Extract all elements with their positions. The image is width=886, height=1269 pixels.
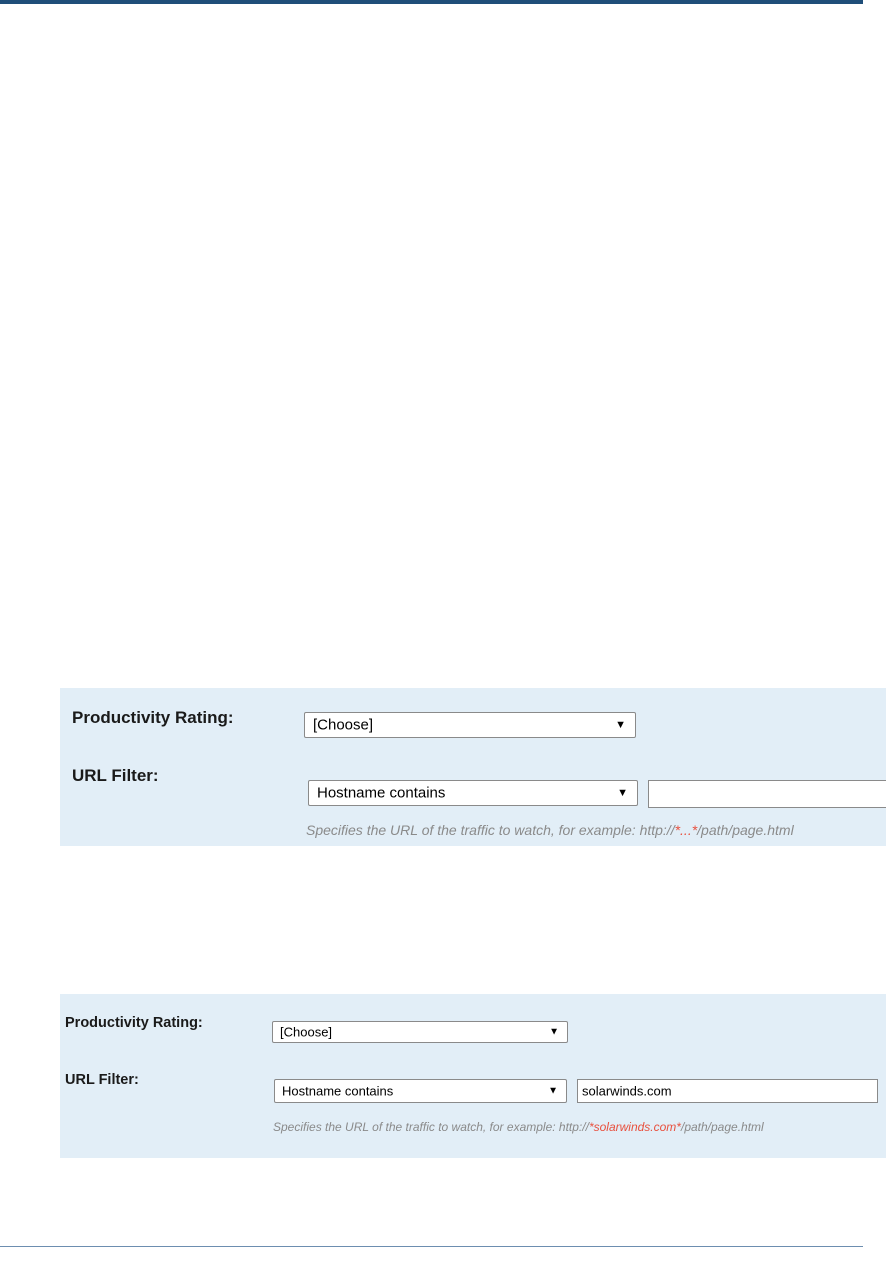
hint-suffix: /path/page.html [697, 822, 794, 838]
url-filter-panel-empty: Productivity Rating: [Choose] ▼ URL Filt… [60, 688, 886, 846]
url-filter-mode-select[interactable]: Hostname contains ▼ [308, 780, 638, 806]
url-filter-mode-value: Hostname contains [282, 1083, 394, 1099]
productivity-rating-value: [Choose] [313, 716, 374, 734]
dropdown-arrow-icon: ▼ [548, 1085, 558, 1097]
dropdown-arrow-icon: ▼ [615, 719, 626, 731]
hint-highlight: *...* [674, 822, 698, 838]
dropdown-arrow-icon: ▼ [549, 1026, 559, 1038]
url-filter-label: URL Filter: [72, 766, 159, 785]
productivity-rating-label: Productivity Rating: [72, 708, 234, 727]
url-filter-input[interactable] [648, 780, 886, 808]
productivity-rating-select[interactable]: [Choose] ▼ [272, 1021, 568, 1043]
url-filter-hint: Specifies the URL of the traffic to watc… [273, 1120, 764, 1134]
productivity-rating-value: [Choose] [280, 1024, 333, 1040]
footer-rule [0, 1246, 863, 1247]
dropdown-arrow-icon: ▼ [617, 787, 628, 799]
productivity-rating-select[interactable]: [Choose] ▼ [304, 712, 636, 738]
header-rule [0, 0, 863, 4]
url-filter-mode-value: Hostname contains [317, 784, 446, 802]
url-filter-input[interactable]: solarwinds.com [577, 1079, 878, 1103]
url-filter-hint: Specifies the URL of the traffic to watc… [306, 822, 794, 838]
hint-prefix: Specifies the URL of the traffic to watc… [273, 1120, 589, 1134]
url-filter-label: URL Filter: [65, 1072, 139, 1088]
url-filter-input-value: solarwinds.com [582, 1083, 672, 1099]
hint-highlight: *solarwinds.com* [588, 1120, 681, 1134]
url-filter-panel-filled: Productivity Rating: [Choose] ▼ URL Filt… [60, 994, 886, 1158]
productivity-rating-label: Productivity Rating: [65, 1015, 203, 1031]
hint-prefix: Specifies the URL of the traffic to watc… [306, 822, 675, 838]
url-filter-mode-select[interactable]: Hostname contains ▼ [274, 1079, 567, 1103]
hint-suffix: /path/page.html [680, 1120, 764, 1134]
